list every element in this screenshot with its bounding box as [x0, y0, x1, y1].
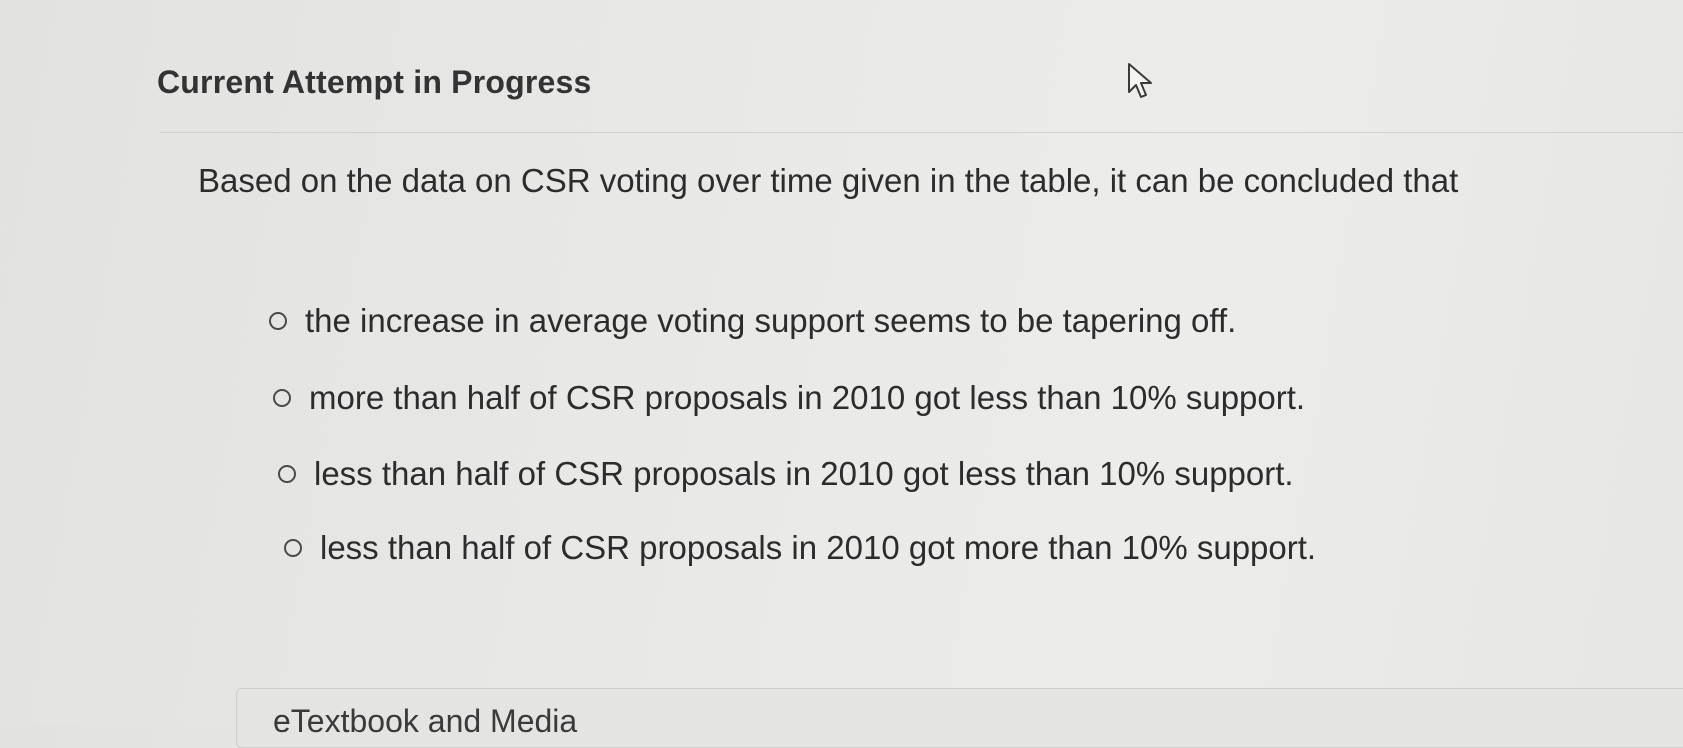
answer-option-4[interactable]: less than half of CSR proposals in 2010 …	[284, 529, 1316, 567]
answer-option-label[interactable]: less than half of CSR proposals in 2010 …	[314, 455, 1294, 493]
answer-option-3[interactable]: less than half of CSR proposals in 2010 …	[278, 455, 1294, 493]
header-divider	[160, 132, 1683, 133]
radio-button-icon[interactable]	[278, 465, 296, 483]
question-prompt: Based on the data on CSR voting over tim…	[198, 162, 1459, 199]
answer-option-label[interactable]: the increase in average voting support s…	[305, 302, 1236, 340]
radio-button-icon[interactable]	[284, 539, 302, 557]
answer-option-1[interactable]: the increase in average voting support s…	[269, 302, 1236, 340]
answer-option-label[interactable]: more than half of CSR proposals in 2010 …	[309, 379, 1305, 417]
mouse-pointer-icon	[1128, 63, 1152, 98]
page-title: Current Attempt in Progress	[157, 64, 592, 100]
radio-button-icon[interactable]	[273, 389, 291, 407]
answer-option-2[interactable]: more than half of CSR proposals in 2010 …	[273, 379, 1305, 417]
etextbook-media-label[interactable]: eTextbook and Media	[273, 703, 577, 740]
answer-option-label[interactable]: less than half of CSR proposals in 2010 …	[320, 529, 1316, 567]
etextbook-media-panel[interactable]: eTextbook and Media	[236, 688, 1683, 748]
radio-button-icon[interactable]	[269, 312, 287, 330]
